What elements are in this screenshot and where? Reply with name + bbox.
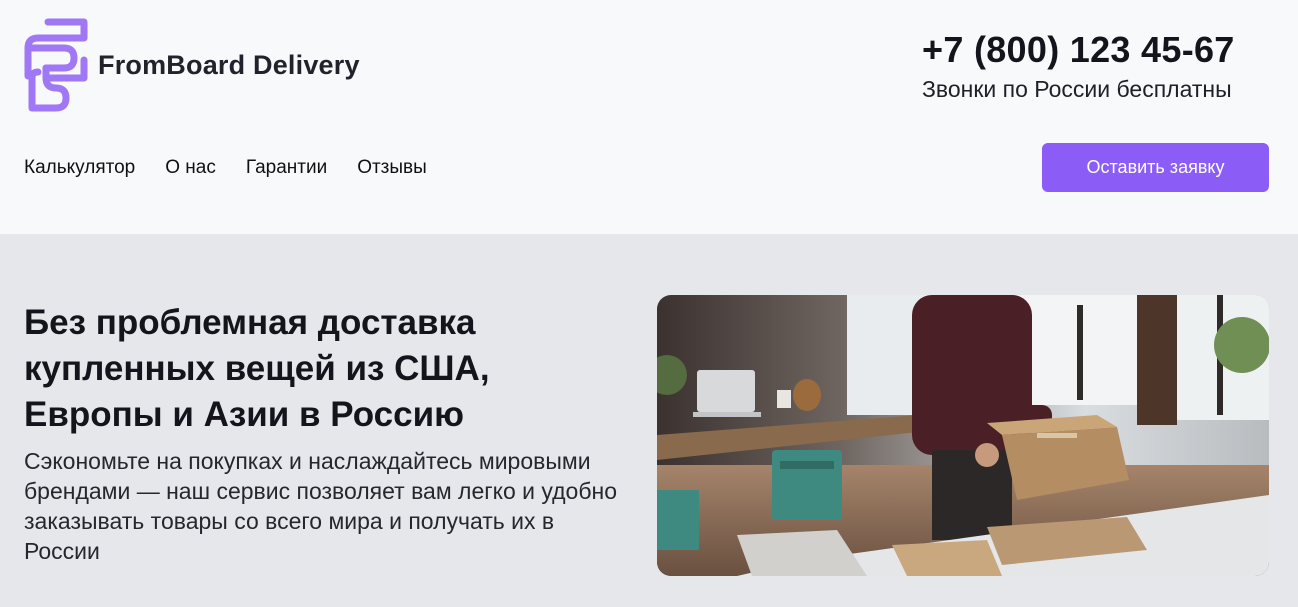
nav-item-reviews[interactable]: Отзывы	[357, 155, 427, 181]
fb-logo-icon	[24, 18, 88, 112]
main-nav: Калькулятор О нас Гарантии Отзывы	[24, 155, 427, 181]
site-header: FromBoard Delivery +7 (800) 123 45-67 Зв…	[0, 0, 1298, 234]
hero-title: Без проблемная доставка купленных вещей …	[24, 303, 490, 434]
hero-section: Без проблемная доставка купленных вещей …	[0, 234, 1298, 607]
hero-image	[657, 295, 1269, 576]
hero-description: Сэкономьте на покупках и наслаждайтесь м…	[24, 448, 618, 564]
brand-name: FromBoard Delivery	[98, 49, 360, 80]
leave-request-button[interactable]: Оставить заявку	[1042, 143, 1269, 192]
phone-note: Звонки по России бесплатны	[922, 76, 1232, 102]
contact-block: +7 (800) 123 45-67 Звонки по России бесп…	[922, 28, 1268, 104]
nav-item-about[interactable]: О нас	[165, 155, 216, 181]
person-packing-box-photo	[657, 295, 1269, 576]
nav-item-calculator[interactable]: Калькулятор	[24, 155, 135, 181]
nav-item-guarantees[interactable]: Гарантии	[246, 155, 327, 181]
phone-number[interactable]: +7 (800) 123 45-67	[922, 28, 1268, 72]
logo[interactable]: FromBoard Delivery	[24, 18, 360, 112]
